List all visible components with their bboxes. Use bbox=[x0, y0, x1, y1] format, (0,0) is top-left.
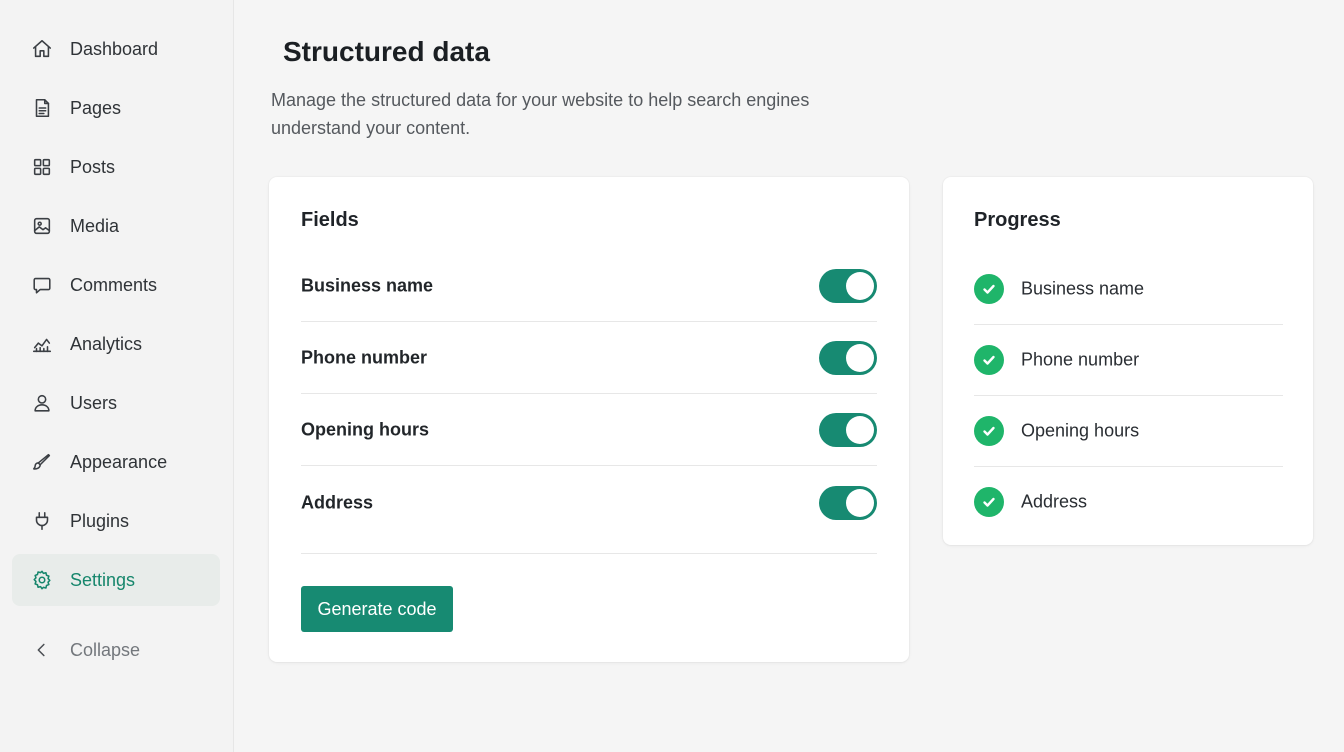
field-row-phone-number: Phone number bbox=[301, 322, 877, 394]
sidebar-item-posts[interactable]: Posts bbox=[12, 141, 220, 193]
sidebar-item-label: Settings bbox=[70, 569, 136, 590]
page-title: Structured data bbox=[283, 36, 490, 67]
sidebar-item-pages[interactable]: Pages bbox=[12, 82, 220, 134]
progress-label: Business name bbox=[1021, 278, 1145, 299]
field-row-opening-hours: Opening hours bbox=[301, 394, 877, 466]
progress-label: Phone number bbox=[1021, 349, 1140, 370]
field-label: Phone number bbox=[301, 347, 428, 367]
toggle-knob bbox=[846, 343, 874, 372]
progress-label: Address bbox=[1021, 491, 1088, 511]
sidebar-item-label: Users bbox=[70, 392, 118, 413]
toggle-knob bbox=[846, 271, 874, 300]
field-row-address: Address bbox=[301, 466, 877, 554]
sidebar-item-label: Comments bbox=[70, 274, 158, 295]
field-row-business-name: Business name bbox=[301, 250, 877, 322]
brush-icon bbox=[30, 450, 54, 474]
sidebar-item-label: Analytics bbox=[70, 333, 143, 354]
collapse-label: Collapse bbox=[70, 639, 141, 660]
field-label: Address bbox=[301, 492, 374, 513]
sidebar-item-plugins[interactable]: Plugins bbox=[12, 495, 220, 547]
sidebar-item-label: Media bbox=[70, 215, 120, 236]
chart-icon bbox=[30, 332, 54, 356]
check-circle-icon bbox=[974, 345, 1004, 375]
sidebar-item-label: Plugins bbox=[70, 510, 130, 531]
sidebar-item-dashboard[interactable]: Dashboard bbox=[12, 23, 220, 75]
sidebar-item-comments[interactable]: Comments bbox=[12, 259, 220, 311]
field-label: Opening hours bbox=[301, 419, 429, 439]
phone-number-toggle[interactable] bbox=[819, 340, 877, 375]
progress-item-opening-hours: Opening hours bbox=[974, 396, 1283, 467]
collapse-sidebar-button[interactable]: Collapse bbox=[12, 624, 220, 676]
sidebar-item-label: Pages bbox=[70, 97, 122, 118]
plug-icon bbox=[30, 509, 54, 533]
comment-icon bbox=[30, 273, 54, 297]
sidebar-item-label: Posts bbox=[70, 156, 116, 177]
fields-card: Fields Business name Phone number Openin… bbox=[269, 177, 909, 662]
business-name-toggle[interactable] bbox=[819, 268, 877, 303]
sidebar-item-label: Dashboard bbox=[70, 38, 159, 59]
progress-item-business-name: Business name bbox=[974, 254, 1283, 325]
sidebar: Dashboard Pages Posts Media Comments Ana… bbox=[0, 0, 234, 752]
opening-hours-toggle[interactable] bbox=[819, 412, 877, 447]
user-icon bbox=[30, 391, 54, 415]
gear-icon bbox=[30, 568, 54, 592]
progress-card-title: Progress bbox=[974, 209, 1061, 231]
chevron-left-icon bbox=[30, 638, 54, 662]
sidebar-item-label: Appearance bbox=[70, 451, 168, 472]
progress-item-address: Address bbox=[974, 466, 1283, 537]
progress-label: Opening hours bbox=[1021, 420, 1140, 441]
sidebar-item-analytics[interactable]: Analytics bbox=[12, 318, 220, 370]
home-icon bbox=[30, 37, 54, 61]
check-circle-icon bbox=[974, 416, 1004, 446]
field-label: Business name bbox=[301, 275, 434, 295]
toggle-knob bbox=[846, 489, 874, 517]
address-toggle[interactable] bbox=[819, 486, 877, 520]
sidebar-item-users[interactable]: Users bbox=[12, 377, 220, 429]
page-icon bbox=[30, 96, 54, 120]
image-icon bbox=[30, 214, 54, 238]
sidebar-item-appearance[interactable]: Appearance bbox=[12, 436, 220, 488]
generate-code-button[interactable]: Generate code bbox=[301, 586, 453, 632]
sidebar-item-media[interactable]: Media bbox=[12, 200, 220, 252]
progress-item-phone-number: Phone number bbox=[974, 325, 1283, 396]
sidebar-item-settings[interactable]: Settings bbox=[12, 554, 220, 606]
check-circle-icon bbox=[974, 274, 1004, 304]
progress-card: Progress Business name Phone number Open… bbox=[943, 177, 1313, 545]
check-circle-icon bbox=[974, 486, 1004, 517]
grid-icon bbox=[30, 155, 54, 179]
toggle-knob bbox=[846, 415, 874, 444]
fields-card-title: Fields bbox=[301, 209, 359, 231]
page-description: Manage the structured data for your webs… bbox=[271, 90, 810, 138]
